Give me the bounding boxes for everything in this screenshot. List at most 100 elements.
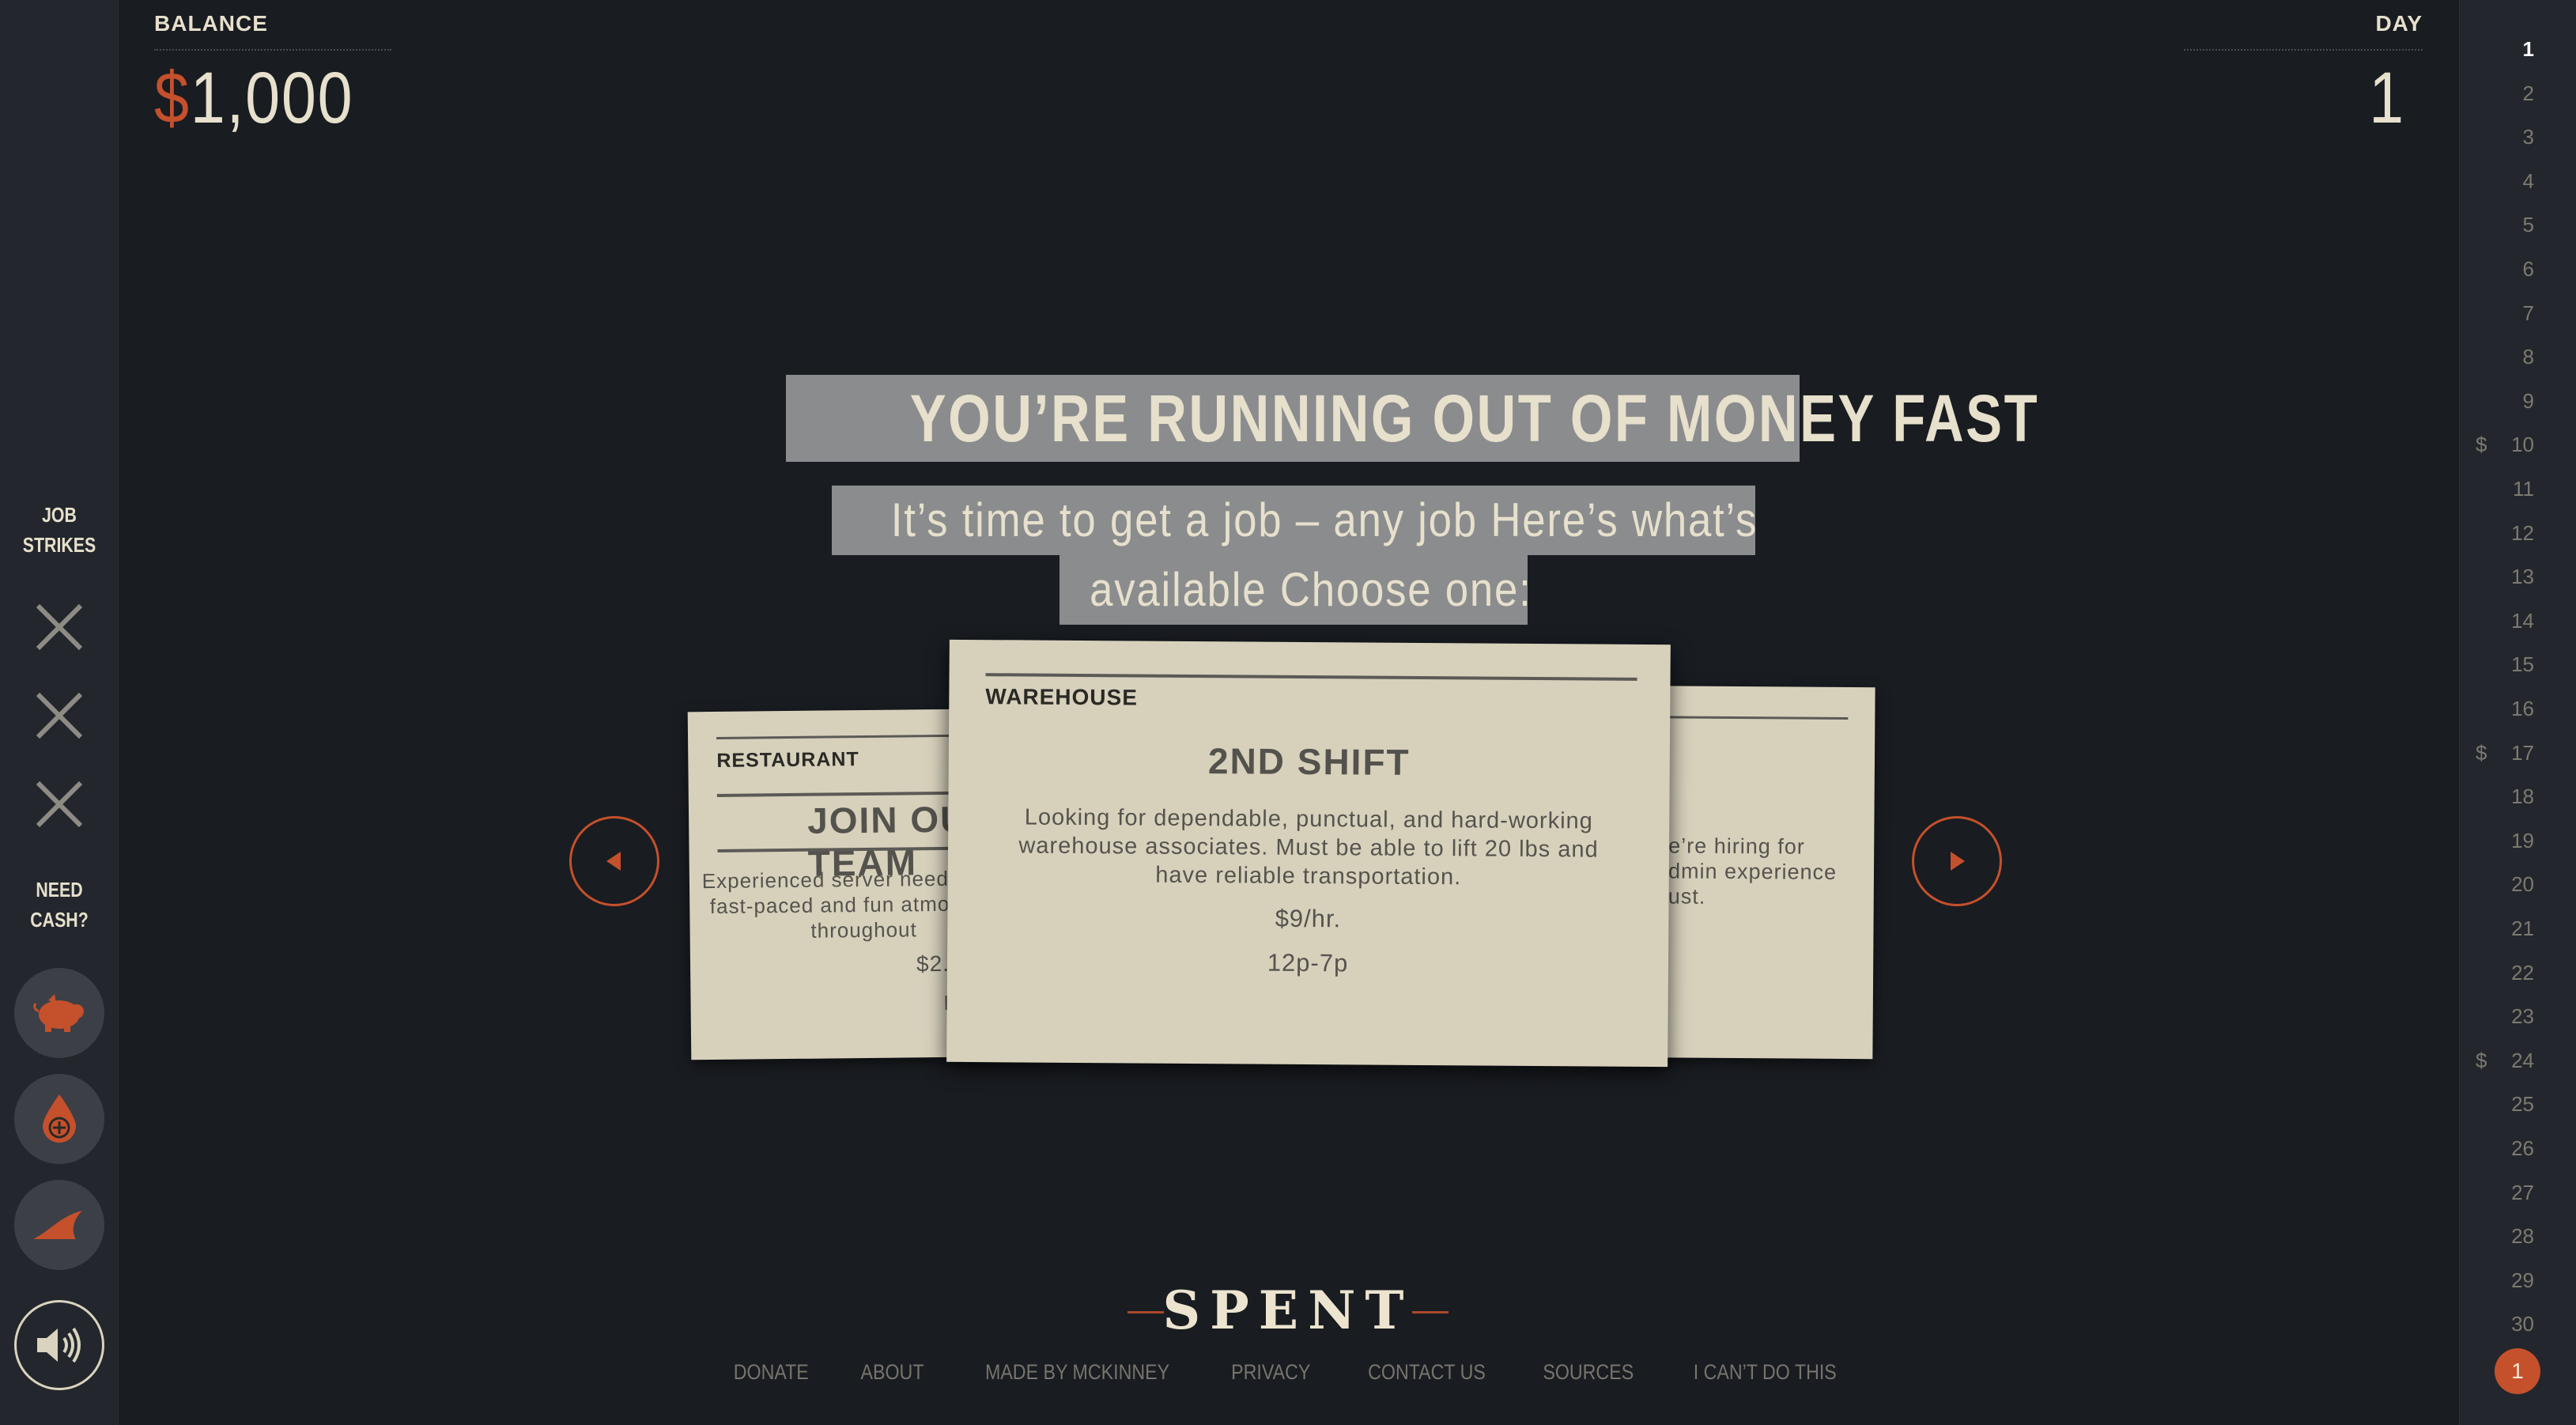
- day-number: 19: [2511, 829, 2534, 852]
- job-pay: $2.: [916, 951, 950, 977]
- day-marker-27: 27: [2460, 1177, 2576, 1208]
- next-job-button[interactable]: [1912, 816, 2002, 906]
- strike-x-icon: [32, 777, 87, 832]
- footer-nav: DONATE ABOUT MADE BY MCKINNEY PRIVACY CO…: [0, 1360, 2576, 1385]
- day-number: 2: [2522, 81, 2534, 105]
- day-marker-18: 18: [2460, 781, 2576, 812]
- day-marker-24: $24: [2460, 1045, 2576, 1076]
- job-strikes-label: JOB STRIKES: [11, 500, 108, 560]
- subline-text: It’s time to get a job – any job Here’s …: [890, 493, 1758, 546]
- day-marker-7: 7: [2460, 297, 2576, 329]
- subline-1: It’s time to get a job – any job Here’s …: [832, 486, 1758, 555]
- day-number: 17: [2511, 741, 2534, 765]
- job-strikes-label-line1: JOB: [42, 503, 77, 527]
- loan-shark-fin-icon: [33, 1211, 82, 1239]
- footer-link-about[interactable]: ABOUT: [861, 1360, 924, 1385]
- day-number: 7: [2522, 301, 2534, 325]
- job-card-warehouse[interactable]: WAREHOUSE 2ND SHIFT Looking for dependab…: [946, 639, 1671, 1068]
- job-strikes-label-line2: STRIKES: [22, 533, 96, 557]
- subline-2: available Choose one:: [1059, 555, 1531, 625]
- day-divider: [2184, 49, 2423, 51]
- piggy-bank-button[interactable]: [14, 968, 104, 1058]
- footer-link-sources[interactable]: SOURCES: [1543, 1360, 1634, 1385]
- blood-drop-icon: [43, 1094, 76, 1143]
- payday-dollar-icon: $: [2476, 1049, 2487, 1072]
- day-number: 6: [2522, 257, 2534, 281]
- strike-x-icon: [32, 688, 87, 743]
- job-description-line: ust.: [1668, 884, 1706, 909]
- day-number: 23: [2511, 1004, 2534, 1028]
- day-marker-4: 4: [2460, 165, 2576, 197]
- footer-link-donate[interactable]: DONATE: [734, 1360, 809, 1385]
- previous-job-button[interactable]: [569, 816, 659, 906]
- job-description-line: warehouse associates. Must be able to li…: [1018, 833, 1599, 863]
- payday-dollar-icon: $: [2476, 433, 2487, 456]
- day-marker-17: $17: [2460, 737, 2576, 769]
- day-marker-1: 1: [2460, 33, 2576, 65]
- day-marker-21: 21: [2460, 913, 2576, 944]
- day-marker-30: 30: [2460, 1308, 2576, 1340]
- day-number: 26: [2511, 1136, 2534, 1160]
- need-cash-label-line2: CASH?: [30, 908, 89, 932]
- balance-value: $1,000: [154, 57, 353, 140]
- footer-link-privacy[interactable]: PRIVACY: [1232, 1360, 1311, 1385]
- day-marker-29: 29: [2460, 1264, 2576, 1296]
- day-marker-28: 28: [2460, 1220, 2576, 1252]
- day-number: 5: [2522, 213, 2534, 236]
- day-number: 28: [2511, 1224, 2534, 1248]
- day-marker-13: 13: [2460, 561, 2576, 592]
- day-number: 9: [2522, 389, 2534, 413]
- job-title: 2ND SHIFT: [1207, 740, 1411, 783]
- logo-text: SPENT: [1162, 1279, 1414, 1341]
- day-marker-10: $10: [2460, 429, 2576, 460]
- page-headline: YOU’RE RUNNING OUT OF MONEY FAST: [786, 375, 2038, 462]
- balance-divider: [154, 49, 391, 51]
- day-marker-6: 6: [2460, 253, 2576, 285]
- loan-shark-button[interactable]: [14, 1180, 104, 1270]
- card-top-rule: [985, 673, 1637, 681]
- day-marker-22: 22: [2460, 957, 2576, 988]
- day-number: 13: [2511, 565, 2534, 588]
- payday-dollar-icon: $: [2476, 741, 2487, 765]
- day-number: 8: [2522, 345, 2534, 369]
- need-cash-label: NEED CASH?: [11, 875, 108, 935]
- day-number: 30: [2511, 1312, 2534, 1336]
- day-number: 4: [2522, 169, 2534, 193]
- job-category: RESTAURANT: [716, 748, 859, 772]
- job-description-line: dmin experience: [1668, 859, 1838, 884]
- day-number: 20: [2511, 872, 2534, 896]
- day-number: 12: [2511, 521, 2534, 545]
- day-number: 27: [2511, 1181, 2534, 1204]
- footer-link-quit[interactable]: I CAN’T DO THIS: [1694, 1360, 1837, 1385]
- day-marker-9: 9: [2460, 385, 2576, 417]
- blood-drop-button[interactable]: [14, 1074, 104, 1164]
- footer-link-made-by[interactable]: MADE BY MCKINNEY: [985, 1360, 1169, 1385]
- day-marker-20: 20: [2460, 868, 2576, 900]
- day-number: 22: [2511, 961, 2534, 985]
- balance-amount: 1,000: [190, 58, 354, 138]
- day-marker-3: 3: [2460, 121, 2576, 153]
- left-sidebar: JOB STRIKES NEED CASH?: [0, 0, 119, 1425]
- day-number: 1: [2522, 37, 2534, 61]
- day-number: 29: [2511, 1268, 2534, 1292]
- day-marker-16: 16: [2460, 693, 2576, 724]
- day-number: 11: [2513, 477, 2534, 501]
- day-timeline: 1 2 3 4 5 6 7 8 9 $10 11 12 13 14 15 16 $17 18 19 20 21 22 23 $…: [2459, 0, 2576, 1425]
- job-description-line: have reliable transportation.: [1155, 862, 1462, 890]
- day-marker-12: 12: [2460, 517, 2576, 549]
- spent-logo[interactable]: SPENT: [1127, 1283, 1449, 1338]
- day-marker-23: 23: [2460, 1000, 2576, 1032]
- day-marker-15: 15: [2460, 648, 2576, 680]
- footer-link-contact[interactable]: CONTACT US: [1368, 1360, 1486, 1385]
- day-marker-5: 5: [2460, 209, 2576, 240]
- job-description-line: e’re hiring for: [1668, 833, 1805, 859]
- day-marker-25: 25: [2460, 1088, 2576, 1120]
- job-category: WAREHOUSE: [985, 684, 1139, 710]
- balance-label: BALANCE: [154, 11, 268, 36]
- need-cash-label-line1: NEED: [36, 878, 83, 901]
- day-number: 10: [2511, 433, 2534, 456]
- day-number: 18: [2511, 784, 2534, 808]
- day-number: 16: [2511, 697, 2534, 720]
- piggy-bank-icon: [33, 994, 84, 1032]
- strike-x-icon: [32, 599, 87, 655]
